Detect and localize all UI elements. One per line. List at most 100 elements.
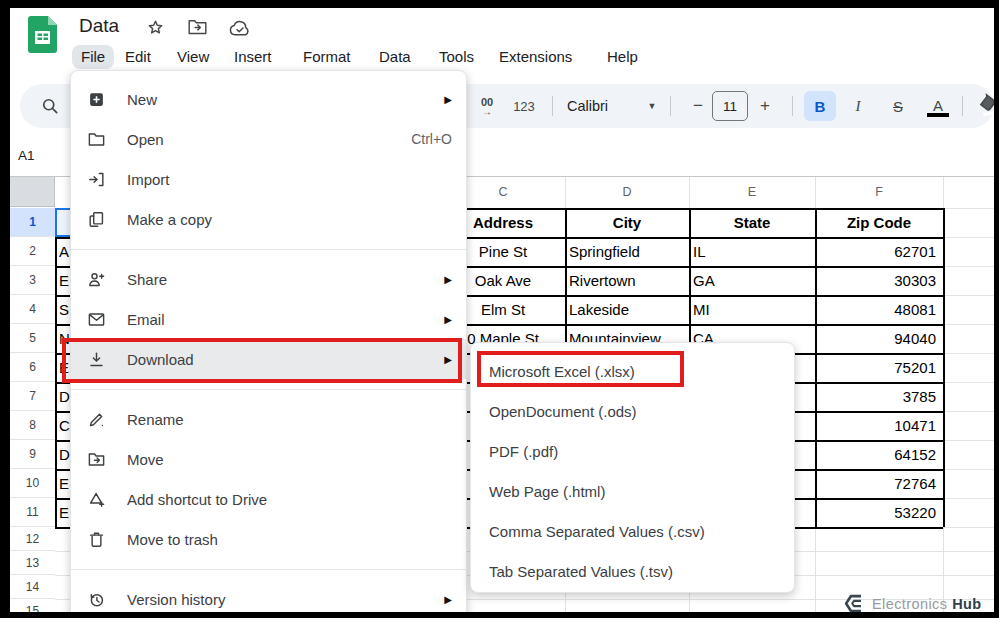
file-menu-item-email[interactable]: Email▶: [71, 299, 466, 339]
rename-pencil-icon: [86, 409, 106, 429]
header-cell-state[interactable]: State: [689, 208, 815, 237]
cell-f4[interactable]: 48081: [815, 295, 943, 324]
cell-f10[interactable]: 72764: [815, 469, 943, 498]
decrease-font-size-button[interactable]: −: [686, 84, 710, 128]
file-menu-item-move-to-trash[interactable]: Move to trash: [71, 519, 466, 559]
number-format-button[interactable]: 123: [506, 84, 542, 128]
row-header-13[interactable]: 13: [10, 551, 55, 575]
menubar-item-format[interactable]: Format: [294, 45, 360, 69]
cell-e3[interactable]: GA: [689, 266, 815, 295]
cell-f8[interactable]: 10471: [815, 411, 943, 440]
menubar-item-tools[interactable]: Tools: [430, 45, 483, 69]
cell-f9[interactable]: 64152: [815, 440, 943, 469]
file-menu-item-move[interactable]: Move: [71, 439, 466, 479]
row-header-5[interactable]: 5: [10, 324, 55, 353]
cell-d4[interactable]: Lakeside: [565, 295, 689, 324]
file-menu-item-rename[interactable]: Rename: [71, 399, 466, 439]
cell-d3[interactable]: Rivertown: [565, 266, 689, 295]
import-icon: [86, 169, 106, 189]
shortcut-label: Ctrl+O: [411, 131, 452, 147]
download-submenu-item-pdf-pdf-[interactable]: PDF (.pdf): [471, 431, 794, 471]
menubar-item-edit[interactable]: Edit: [116, 45, 160, 69]
menu-divider: [71, 569, 466, 570]
menubar-item-data[interactable]: Data: [370, 45, 420, 69]
drive-add-shortcut-icon: [86, 489, 106, 509]
menubar-item-help[interactable]: Help: [598, 45, 647, 69]
select-all-corner[interactable]: [10, 177, 55, 207]
frame-bar-left: [0, 0, 10, 618]
cloud-status-icon[interactable]: [229, 20, 251, 36]
column-header-f[interactable]: F: [815, 177, 943, 207]
increase-decimal-icon[interactable]: 00 →: [472, 84, 502, 128]
row-header-7[interactable]: 7: [10, 382, 55, 411]
row-header-14[interactable]: 14: [10, 575, 55, 599]
italic-button[interactable]: I: [844, 84, 872, 128]
file-menu-item-new[interactable]: New▶: [71, 79, 466, 119]
menubar-item-view[interactable]: View: [168, 45, 218, 69]
file-menu-item-share[interactable]: Share▶: [71, 259, 466, 299]
header-cell-city[interactable]: City: [565, 208, 689, 237]
menubar-item-file[interactable]: File: [72, 45, 114, 69]
download-submenu-item-tab-separated-values-tsv-[interactable]: Tab Separated Values (.tsv): [471, 551, 794, 591]
cell-f6[interactable]: 75201: [815, 353, 943, 382]
font-name-select[interactable]: Calibri: [567, 84, 637, 128]
row-header-10[interactable]: 10: [10, 469, 55, 498]
share-person-add-icon: [86, 269, 106, 289]
menubar-item-insert[interactable]: Insert: [225, 45, 281, 69]
column-header-e[interactable]: E: [689, 177, 815, 207]
bold-button[interactable]: B: [804, 91, 836, 121]
electronics-hub-icon: [843, 593, 865, 614]
move-document-icon[interactable]: [188, 19, 207, 36]
row-header-1[interactable]: 1: [10, 208, 55, 237]
download-submenu-item-web-page-html-[interactable]: Web Page (.html): [471, 471, 794, 511]
header-cell-zip[interactable]: Zip Code: [815, 208, 943, 237]
move-folder-icon: [86, 449, 106, 469]
document-title[interactable]: Data: [79, 15, 119, 37]
file-menu-item-open[interactable]: OpenCtrl+O: [71, 119, 466, 159]
table-border: [815, 208, 817, 527]
make-a-copy-icon: [86, 209, 106, 229]
search-icon[interactable]: [40, 96, 60, 116]
cell-f7[interactable]: 3785: [815, 382, 943, 411]
file-menu-item-add-shortcut-to-drive[interactable]: Add shortcut to Drive: [71, 479, 466, 519]
menubar-item-extensions[interactable]: Extensions: [490, 45, 581, 69]
star-icon[interactable]: [146, 18, 165, 37]
cell-f2[interactable]: 62701: [815, 237, 943, 266]
cell-e4[interactable]: MI: [689, 295, 815, 324]
name-box[interactable]: A1: [18, 148, 35, 163]
cell-f3[interactable]: 30303: [815, 266, 943, 295]
font-dropdown-icon[interactable]: ▼: [644, 84, 660, 128]
cell-f11[interactable]: 53220: [815, 498, 943, 527]
row-header-3[interactable]: 3: [10, 266, 55, 295]
row-header-8[interactable]: 8: [10, 411, 55, 440]
download-submenu-item-opendocument-ods-[interactable]: OpenDocument (.ods): [471, 391, 794, 431]
trash-icon: [86, 529, 106, 549]
download-submenu-item-comma-separated-values-csv-[interactable]: Comma Separated Values (.csv): [471, 511, 794, 551]
row-header-2[interactable]: 2: [10, 237, 55, 266]
menu-divider: [71, 249, 466, 250]
cell-e2[interactable]: IL: [689, 237, 815, 266]
toolbar-divider: [792, 96, 793, 116]
text-color-swatch: [927, 113, 949, 117]
cell-f5[interactable]: 94040: [815, 324, 943, 353]
row-header-6[interactable]: 6: [10, 353, 55, 382]
submenu-arrow-icon: ▶: [444, 594, 452, 605]
row-header-12[interactable]: 12: [10, 527, 55, 551]
new-spreadsheet-icon: [86, 89, 106, 109]
column-header-d[interactable]: D: [565, 177, 689, 207]
row-header-9[interactable]: 9: [10, 440, 55, 469]
text-color-button[interactable]: A: [924, 87, 952, 123]
increase-font-size-button[interactable]: +: [752, 84, 778, 128]
table-border: [55, 208, 57, 527]
google-sheets-logo[interactable]: [28, 16, 57, 54]
cell-d2[interactable]: Springfield: [565, 237, 689, 266]
excel-highlight-box: [477, 351, 684, 387]
menu-divider: [71, 389, 466, 390]
font-size-input[interactable]: 11: [712, 91, 748, 121]
row-header-4[interactable]: 4: [10, 295, 55, 324]
strikethrough-button[interactable]: S: [884, 84, 912, 128]
frame-bar-top: [0, 0, 999, 8]
file-menu-item-make-a-copy[interactable]: Make a copy: [71, 199, 466, 239]
file-menu-item-import[interactable]: Import: [71, 159, 466, 199]
row-header-11[interactable]: 11: [10, 498, 55, 527]
